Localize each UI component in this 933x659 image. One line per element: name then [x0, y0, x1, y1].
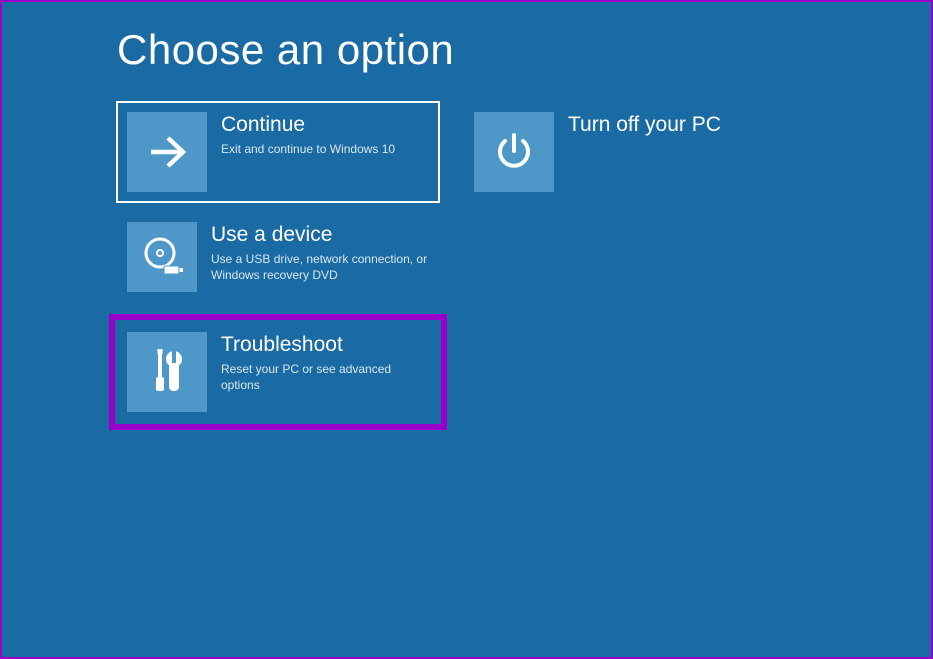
continue-desc: Exit and continue to Windows 10: [221, 141, 429, 157]
troubleshoot-option[interactable]: Troubleshoot Reset your PC or see advanc…: [117, 322, 439, 422]
use-device-option[interactable]: Use a device Use a USB drive, network co…: [117, 212, 439, 302]
troubleshoot-desc: Reset your PC or see advanced options: [221, 361, 429, 393]
continue-title: Continue: [221, 112, 429, 137]
options-grid: Continue Exit and continue to Windows 10: [117, 102, 931, 422]
arrow-right-icon: [127, 112, 207, 192]
use-device-desc: Use a USB drive, network connection, or …: [211, 251, 429, 283]
troubleshoot-title: Troubleshoot: [221, 332, 429, 357]
disc-usb-icon: [127, 222, 197, 292]
turnoff-title: Turn off your PC: [568, 112, 734, 137]
power-icon: [474, 112, 554, 192]
turnoff-option[interactable]: Turn off your PC: [464, 102, 744, 202]
use-device-title: Use a device: [211, 222, 429, 247]
page-title: Choose an option: [117, 26, 931, 74]
tools-icon: [127, 332, 207, 412]
continue-option[interactable]: Continue Exit and continue to Windows 10: [117, 102, 439, 202]
